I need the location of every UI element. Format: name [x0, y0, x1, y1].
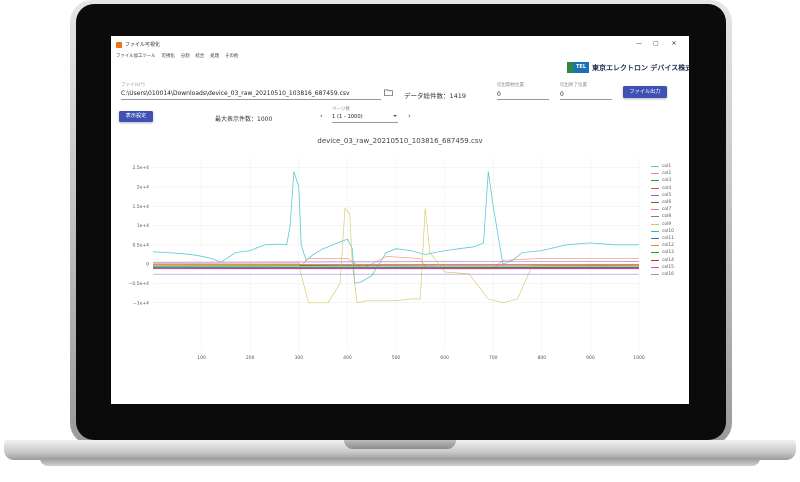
- legend-label: col8: [662, 214, 672, 220]
- legend-label: col1: [662, 164, 672, 170]
- legend-swatch: [651, 194, 659, 196]
- legend-swatch: [651, 187, 659, 189]
- chart-legend: col1 col2 col3 col4 col5 col6 col7 col8 col9 col1…: [651, 163, 674, 278]
- y-tick-label: 2e+4: [137, 184, 149, 190]
- legend-swatch: [651, 259, 659, 261]
- x-tick-label: 500: [392, 355, 401, 361]
- y-tick-label: −0.5e+4: [129, 281, 149, 287]
- legend-item-col7[interactable]: col7: [651, 206, 674, 213]
- legend-swatch: [651, 216, 659, 218]
- laptop-notch: [344, 440, 456, 449]
- x-tick-label: 300: [295, 355, 304, 361]
- legend-swatch: [651, 252, 659, 254]
- legend-item-col15[interactable]: col15: [651, 264, 674, 271]
- legend-swatch: [651, 245, 659, 247]
- app-window: ファイル可視化 — ▢ ✕ ファイル加工ツール 可視化 分割 結合 処理 その他…: [111, 36, 689, 404]
- x-tick-label: 100: [197, 355, 206, 361]
- legend-swatch: [651, 230, 659, 232]
- legend-swatch: [651, 237, 659, 239]
- legend-item-col4[interactable]: col4: [651, 185, 674, 192]
- legend-item-col8[interactable]: col8: [651, 213, 674, 220]
- legend-item-col12[interactable]: col12: [651, 242, 674, 249]
- legend-label: col3: [662, 178, 672, 184]
- legend-item-col9[interactable]: col9: [651, 221, 674, 228]
- legend-swatch: [651, 202, 659, 204]
- line-chart: 100 200 300 400 500 600 700 800 900 1000 2.5e+4 2e+…: [129, 158, 645, 361]
- y-tick-label: 1e+4: [137, 223, 149, 229]
- x-tick-label: 400: [343, 355, 352, 361]
- legend-label: col7: [662, 207, 672, 213]
- legend-item-col11[interactable]: col11: [651, 235, 674, 242]
- legend-item-col6[interactable]: col6: [651, 199, 674, 206]
- x-tick-label: 700: [489, 355, 498, 361]
- legend-label: col14: [662, 257, 674, 263]
- x-tick-label: 900: [586, 355, 595, 361]
- legend-label: col5: [662, 192, 672, 198]
- y-tick-label: 2.5e+4: [132, 165, 149, 171]
- legend-swatch: [651, 209, 659, 211]
- legend-item-col16[interactable]: col16: [651, 271, 674, 278]
- legend-item-col3[interactable]: col3: [651, 177, 674, 184]
- y-tick-label: 0: [146, 262, 149, 268]
- legend-item-col1[interactable]: col1: [651, 163, 674, 170]
- legend-item-col14[interactable]: col14: [651, 256, 674, 263]
- legend-label: col10: [662, 228, 674, 234]
- x-tick-label: 800: [538, 355, 547, 361]
- y-tick-label: 0.5e+4: [132, 242, 149, 248]
- legend-swatch: [651, 266, 659, 268]
- legend-swatch: [651, 273, 659, 275]
- y-tick-label: −1e+4: [133, 300, 149, 306]
- legend-label: col15: [662, 264, 674, 270]
- legend-swatch: [651, 180, 659, 182]
- legend-swatch: [651, 223, 659, 225]
- legend-label: col13: [662, 250, 674, 256]
- legend-label: col4: [662, 185, 672, 191]
- legend-swatch: [651, 166, 659, 168]
- legend-label: col6: [662, 200, 672, 206]
- legend-label: col12: [662, 243, 674, 249]
- legend-item-col10[interactable]: col10: [651, 228, 674, 235]
- legend-label: col2: [662, 171, 672, 177]
- legend-label: col16: [662, 271, 674, 277]
- series-line-col5: [152, 261, 640, 263]
- legend-label: col9: [662, 221, 672, 227]
- y-tick-label: 1.5e+4: [132, 204, 149, 210]
- x-tick-label: 200: [246, 355, 255, 361]
- x-tick-label: 1000: [633, 355, 645, 361]
- legend-item-col5[interactable]: col5: [651, 192, 674, 199]
- legend-label: col11: [662, 235, 674, 241]
- legend-item-col13[interactable]: col13: [651, 249, 674, 256]
- x-tick-label: 600: [440, 355, 449, 361]
- legend-swatch: [651, 173, 659, 175]
- legend-item-col2[interactable]: col2: [651, 170, 674, 177]
- laptop-base-bottom: [40, 458, 760, 466]
